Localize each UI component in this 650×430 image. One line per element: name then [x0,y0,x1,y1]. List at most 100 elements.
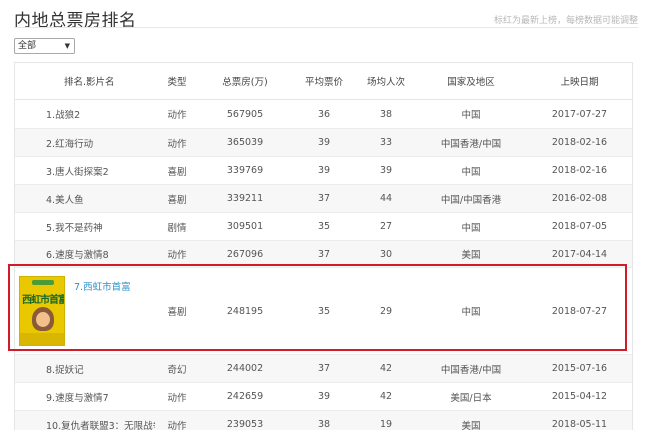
film-name-link[interactable]: 7.西虹市首富 [74,279,131,293]
table-row[interactable]: 6.速度与激情8 动作 267096 37 30 美国 2017-04-14 [15,241,632,268]
poster-banner [32,280,54,285]
film-avg-price: 35 [317,221,331,232]
header-country: 国家及地区 [447,77,495,88]
film-gross: 365039 [226,137,264,148]
poster-portrait [32,307,54,331]
title-divider [14,27,638,28]
film-gross: 339211 [226,193,264,204]
film-gross: 239053 [226,419,264,430]
filter-selected-value: 全部 [18,41,37,51]
film-name-cell: 西虹市首富 7.西虹市首富 [15,268,155,354]
film-name[interactable]: 5.我不是药神 [15,220,155,234]
film-audience: 33 [379,137,393,148]
film-country: 中国/中国香港 [440,194,502,206]
film-avg-price: 38 [317,419,331,430]
film-type: 动作 [167,138,187,150]
film-date: 2017-07-27 [551,108,608,120]
film-type: 动作 [167,420,187,430]
film-type: 动作 [167,110,187,121]
film-name[interactable]: 8.捉妖记 [15,362,155,376]
film-audience: 19 [379,419,393,430]
film-country: 中国 [461,166,481,178]
film-type: 喜剧 [167,194,187,206]
header-date: 上映日期 [560,77,599,88]
table-row[interactable]: 10.复仇者联盟3：无限战争 动作 239053 38 19 美国 2018-0… [15,411,632,430]
header-rank-title: 排名.影片名 [64,77,115,88]
film-type: 剧情 [167,222,187,234]
film-type: 动作 [167,392,187,404]
film-avg-price: 37 [317,193,331,204]
film-date: 2017-04-14 [551,248,608,260]
film-gross: 339769 [226,165,264,176]
film-name[interactable]: 3.唐人街探案2 [15,164,155,178]
film-avg-price: 39 [317,137,331,148]
film-audience: 27 [379,221,393,232]
film-audience: 30 [379,248,393,260]
filter-select[interactable]: 全部 ▼ [14,38,75,54]
film-date: 2015-07-16 [551,363,608,374]
film-country: 美国/日本 [450,392,492,404]
film-avg-price: 37 [317,248,331,260]
update-hint: 标红为最新上榜，每榜数据可能调整 [493,16,638,26]
film-date: 2018-05-11 [551,419,608,430]
table-row[interactable]: 9.速度与激情7 动作 242659 39 42 美国/日本 2015-04-1… [15,383,632,411]
film-country: 中国 [461,110,481,121]
film-gross: 309501 [226,221,264,232]
film-gross: 248195 [226,305,264,317]
film-country: 中国香港/中国 [440,138,502,150]
film-gross: 242659 [226,391,264,402]
header-audience: 场均人次 [366,77,405,88]
film-type: 动作 [167,250,187,261]
table-header: 排名.影片名 类型 总票房(万) 平均票价 场均人次 国家及地区 上映日期 [15,62,632,100]
film-date: 2018-07-05 [551,221,608,232]
film-date: 2018-07-27 [551,305,608,317]
film-country: 中国 [461,222,481,234]
film-country: 美国 [461,420,481,430]
table-row[interactable]: 8.捉妖记 奇幻 244002 37 42 中国香港/中国 2015-07-16 [15,355,632,383]
film-name[interactable]: 2.红海行动 [15,136,155,150]
chevron-down-icon: ▼ [64,42,70,50]
table-row[interactable]: 2.红海行动 动作 365039 39 33 中国香港/中国 2018-02-1… [15,129,632,157]
film-audience: 38 [379,108,393,120]
film-avg-price: 36 [317,108,331,120]
film-date: 2015-04-12 [551,391,608,402]
film-avg-price: 39 [317,165,331,176]
table-row[interactable]: 3.唐人街探案2 喜剧 339769 39 39 中国 2018-02-16 [15,157,632,185]
film-poster[interactable]: 西虹市首富 [19,276,65,346]
poster-footer [20,333,64,345]
film-gross: 567905 [226,108,264,120]
film-name[interactable]: 1.战狼2 [15,107,155,121]
table-row[interactable]: 1.战狼2 动作 567905 36 38 中国 2017-07-27 [15,100,632,129]
film-country: 美国 [461,250,481,261]
film-gross: 267096 [226,248,264,260]
film-date: 2018-02-16 [551,165,608,176]
film-audience: 39 [379,165,393,176]
box-office-table: 排名.影片名 类型 总票房(万) 平均票价 场均人次 国家及地区 上映日期 1.… [14,62,633,430]
film-name[interactable]: 9.速度与激情7 [15,390,155,404]
header-avg-price: 平均票价 [304,77,343,88]
film-name[interactable]: 4.美人鱼 [15,192,155,206]
header-gross: 总票房(万) [222,77,268,88]
film-avg-price: 37 [317,363,331,374]
film-audience: 42 [379,391,393,402]
film-type: 喜剧 [167,166,187,178]
film-date: 2016-02-08 [551,193,608,204]
film-type: 奇幻 [167,364,187,376]
table-row-featured[interactable]: 西虹市首富 7.西虹市首富 喜剧 248195 35 29 中国 2018-07… [15,268,632,355]
film-avg-price: 35 [317,305,331,317]
film-name[interactable]: 10.复仇者联盟3：无限战争 [15,418,155,430]
poster-title: 西虹市首富 [22,295,65,306]
film-audience: 29 [379,305,393,317]
table-row[interactable]: 4.美人鱼 喜剧 339211 37 44 中国/中国香港 2016-02-08 [15,185,632,213]
film-country: 中国 [461,307,481,318]
table-row[interactable]: 5.我不是药神 剧情 309501 35 27 中国 2018-07-05 [15,213,632,241]
film-type: 喜剧 [167,307,187,318]
film-date: 2018-02-16 [551,137,608,148]
film-audience: 44 [379,193,393,204]
film-audience: 42 [379,363,393,374]
header-type: 类型 [167,77,187,88]
film-name[interactable]: 6.速度与激情8 [15,247,155,261]
film-avg-price: 39 [317,391,331,402]
film-gross: 244002 [226,363,264,374]
film-country: 中国香港/中国 [440,364,502,376]
